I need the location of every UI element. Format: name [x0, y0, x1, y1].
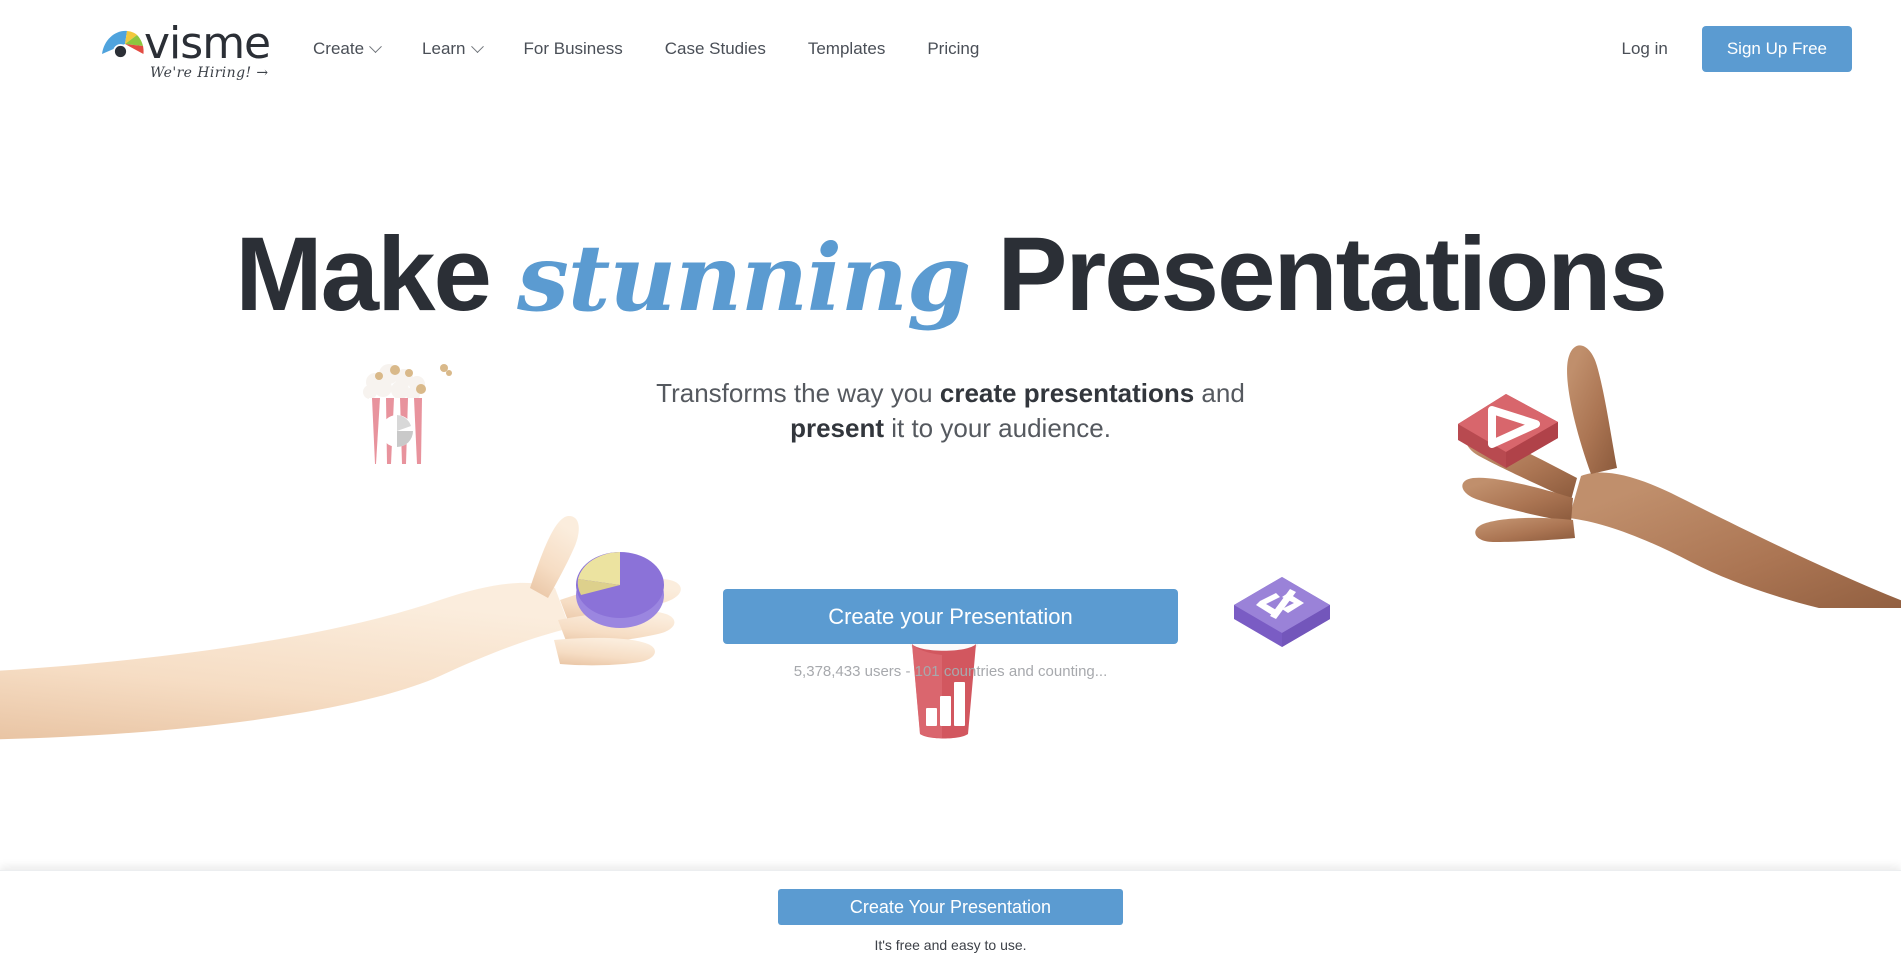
subhead-bold-1: create presentations	[939, 378, 1195, 408]
chevron-down-icon	[369, 39, 382, 53]
sticky-cta-bar: Create Your Presentation It's free and e…	[0, 870, 1901, 964]
nav-label: Learn	[422, 39, 466, 58]
header-actions: Log in Sign Up Free	[1622, 0, 1852, 98]
nav-label: Case Studies	[664, 39, 766, 58]
visme-fan-eye-logo-icon	[100, 27, 146, 61]
nav-item-create[interactable]: Create	[292, 0, 401, 98]
social-proof-text: 5,378,433 users - 101 countries and coun…	[793, 663, 1108, 680]
subhead-text-3: it to your audience.	[884, 413, 1111, 443]
create-your-presentation-button[interactable]: Create your Presentation	[723, 589, 1178, 644]
hero-section: Make stunning Presentations Transforms t…	[0, 98, 1901, 870]
chevron-down-icon	[470, 39, 484, 53]
nav-item-pricing[interactable]: Pricing	[906, 0, 1000, 98]
subhead-text-1: Transforms the way you	[656, 378, 940, 408]
main-navigation: Create Learn For Business Case Studies T…	[292, 0, 1000, 98]
sticky-cta-note: It's free and easy to use.	[874, 937, 1027, 953]
logo-wordmark: visme	[144, 18, 271, 69]
footer-divider	[0, 862, 1901, 870]
nav-label: Templates	[807, 39, 886, 58]
hero-subtitle: Transforms the way you create presentati…	[0, 376, 1901, 446]
site-header: visme We're Hiring! → Create Learn For B…	[0, 0, 1901, 98]
nav-item-templates[interactable]: Templates	[787, 0, 906, 98]
subhead-bold-2: present	[790, 413, 884, 443]
purple-cube-code-icon-illustration	[1222, 543, 1342, 653]
sticky-create-presentation-button[interactable]: Create Your Presentation	[778, 889, 1123, 925]
pie-chart-3d-illustration	[565, 533, 675, 633]
nav-item-case-studies[interactable]: Case Studies	[644, 0, 787, 98]
nav-item-learn[interactable]: Learn	[401, 0, 502, 98]
subhead-text-2: and	[1194, 378, 1245, 408]
headline-part-2: Presentations	[997, 216, 1667, 333]
page-title: Make stunning Presentations	[0, 220, 1901, 333]
nav-label: Create	[313, 39, 365, 58]
sign-up-free-button[interactable]: Sign Up Free	[1701, 26, 1852, 72]
nav-label: Pricing	[927, 39, 980, 58]
left-arm-light-skin-illustration	[0, 488, 730, 748]
login-link[interactable]: Log in	[1622, 39, 1668, 59]
visme-logo[interactable]: visme We're Hiring! →	[100, 22, 271, 81]
hiring-tagline: We're Hiring! →	[150, 65, 269, 81]
headline-part-1: Make	[235, 216, 492, 333]
nav-label: For Business	[523, 39, 623, 58]
nav-item-for-business[interactable]: For Business	[503, 0, 644, 98]
headline-script-word: stunning	[517, 224, 971, 332]
